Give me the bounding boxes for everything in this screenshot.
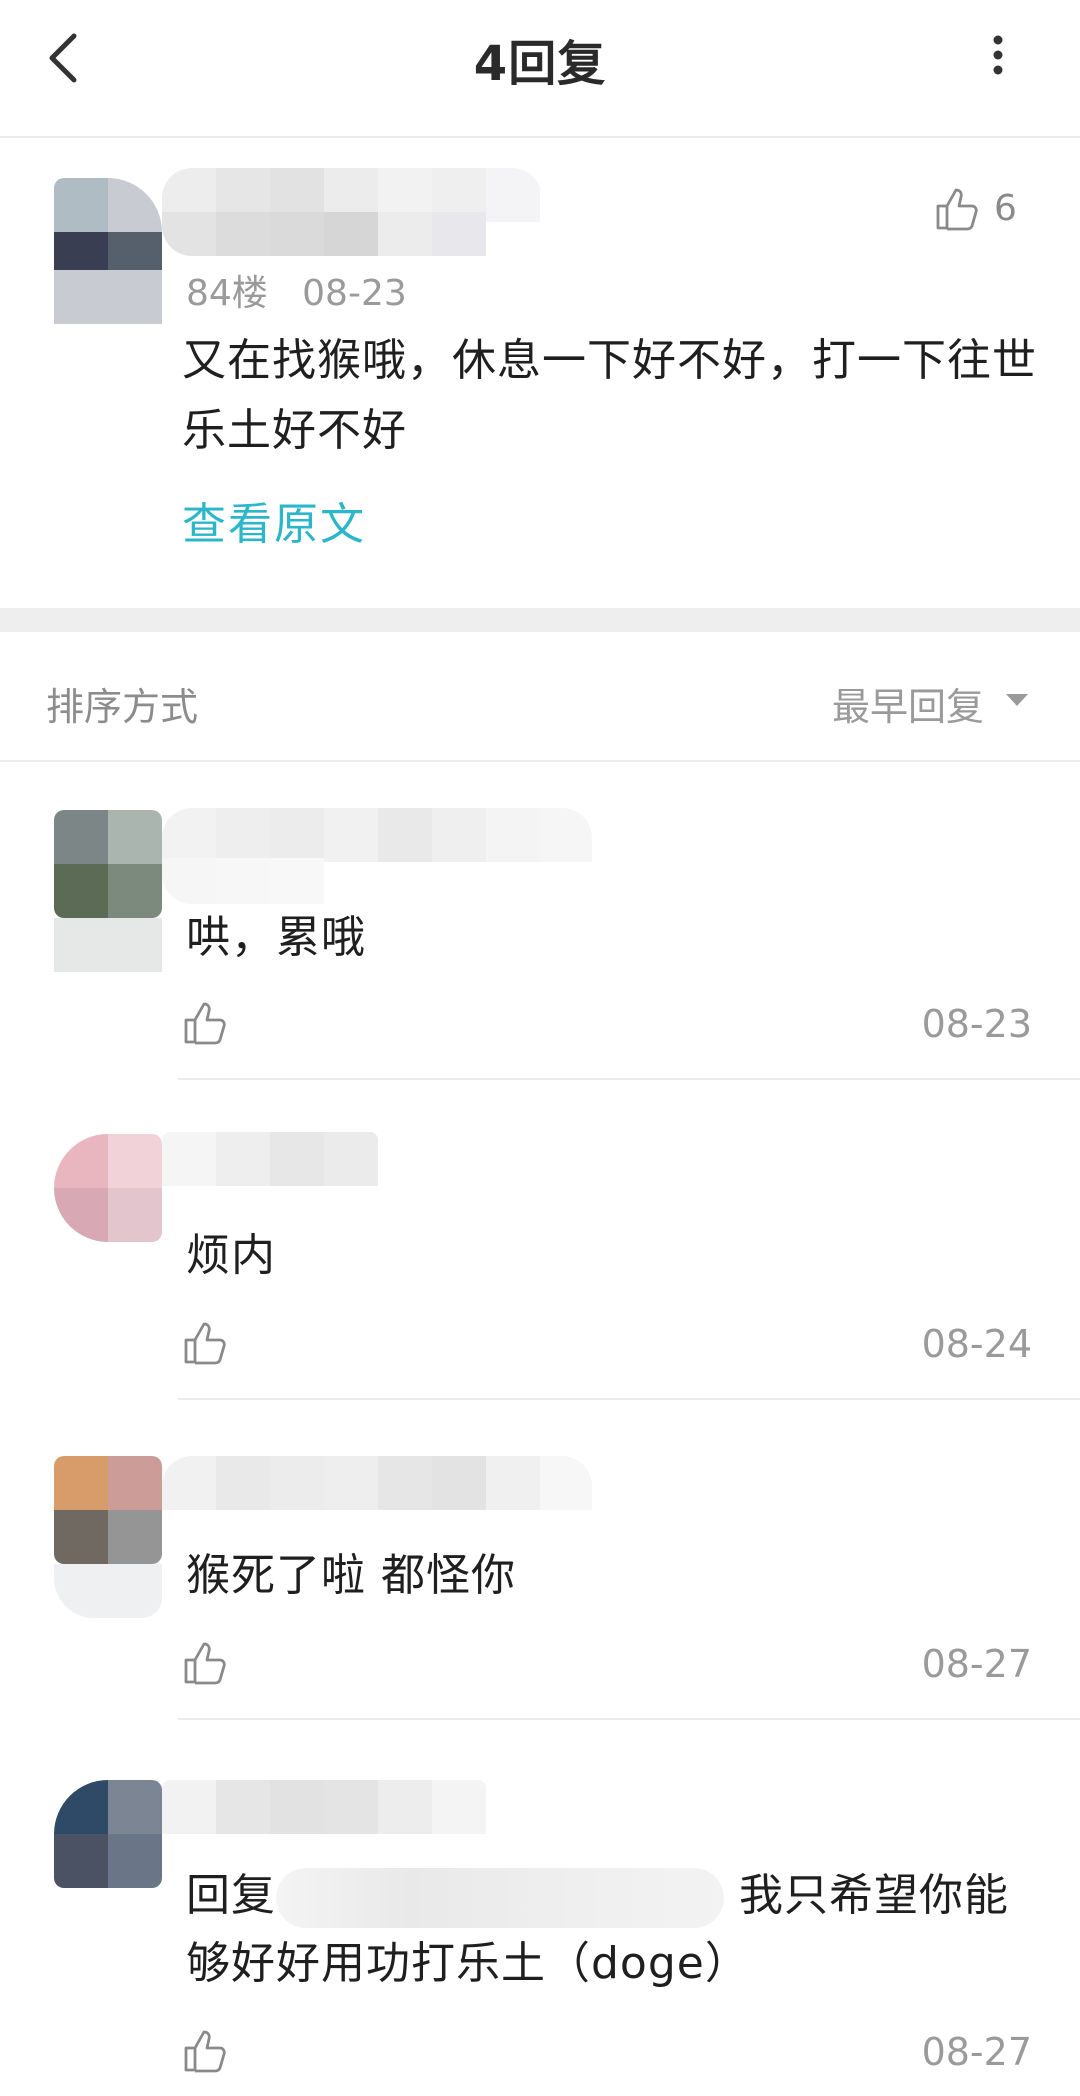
sort-label: 排序方式 — [46, 685, 199, 729]
top-bar: 4回复 — [0, 0, 1080, 138]
thumbs-up-icon[interactable] — [182, 1000, 226, 1046]
reply-avatar-extra — [54, 918, 162, 972]
reply-author-name-redacted — [162, 808, 592, 904]
section-divider — [0, 608, 1080, 632]
reply-text: 烦内 — [186, 1230, 276, 1281]
reply-author-name-redacted — [162, 1132, 378, 1216]
reply-text: 猴死了啦 都怪你 — [186, 1550, 516, 1601]
reply-author-name-redacted — [162, 1456, 592, 1552]
post-author-avatar-extra — [54, 270, 162, 324]
post-floor: 84楼 — [186, 273, 268, 314]
caret-down-icon[interactable] — [1004, 692, 1030, 708]
mention-redacted[interactable] — [276, 1868, 724, 1928]
sort-divider — [0, 760, 1080, 762]
post-like-count: 6 — [994, 188, 1017, 229]
page-title: 4回复 — [473, 36, 607, 92]
reply-text: 哄，累哦 — [186, 912, 366, 963]
more-vertical-icon[interactable] — [980, 30, 1016, 80]
reply-text-after: 我只希望你能 — [739, 1870, 1009, 1921]
reply-avatar[interactable] — [54, 810, 162, 918]
reply-text-line2: 够好好用功打乐土（doge） — [186, 1938, 750, 1989]
reply-avatar-extra — [54, 1564, 162, 1618]
post-body: 又在找猴哦，休息一下好不好，打一下往世乐土好不好 — [182, 335, 1037, 456]
post-meta: 84楼 08-23 — [186, 264, 407, 316]
reply-date: 08-27 — [921, 2030, 1032, 2074]
post-date: 08-23 — [302, 273, 407, 314]
reply-date: 08-27 — [921, 1642, 1032, 1686]
view-original-link[interactable]: 查看原文 — [182, 488, 366, 552]
reply-author-name-redacted — [162, 1780, 486, 1864]
reply-prefix: 回复 — [186, 1870, 276, 1921]
thumbs-up-icon[interactable] — [934, 186, 978, 232]
thumbs-up-icon[interactable] — [182, 2028, 226, 2074]
reply-date: 08-23 — [921, 1002, 1032, 1046]
reply-text: 回复 我只希望你能 够好好用功打乐土（doge） — [186, 1862, 1056, 1998]
reply-divider — [178, 1398, 1080, 1400]
thumbs-up-icon[interactable] — [182, 1320, 226, 1366]
reply-date: 08-24 — [921, 1322, 1032, 1366]
reply-avatar[interactable] — [54, 1780, 162, 1888]
reply-avatar[interactable] — [54, 1456, 162, 1564]
post-author-name-redacted — [162, 168, 542, 256]
sort-dropdown[interactable]: 最早回复 — [832, 676, 984, 731]
reply-divider — [178, 1078, 1080, 1080]
thumbs-up-icon[interactable] — [182, 1640, 226, 1686]
reply-divider — [178, 1718, 1080, 1720]
reply-avatar[interactable] — [54, 1134, 162, 1242]
